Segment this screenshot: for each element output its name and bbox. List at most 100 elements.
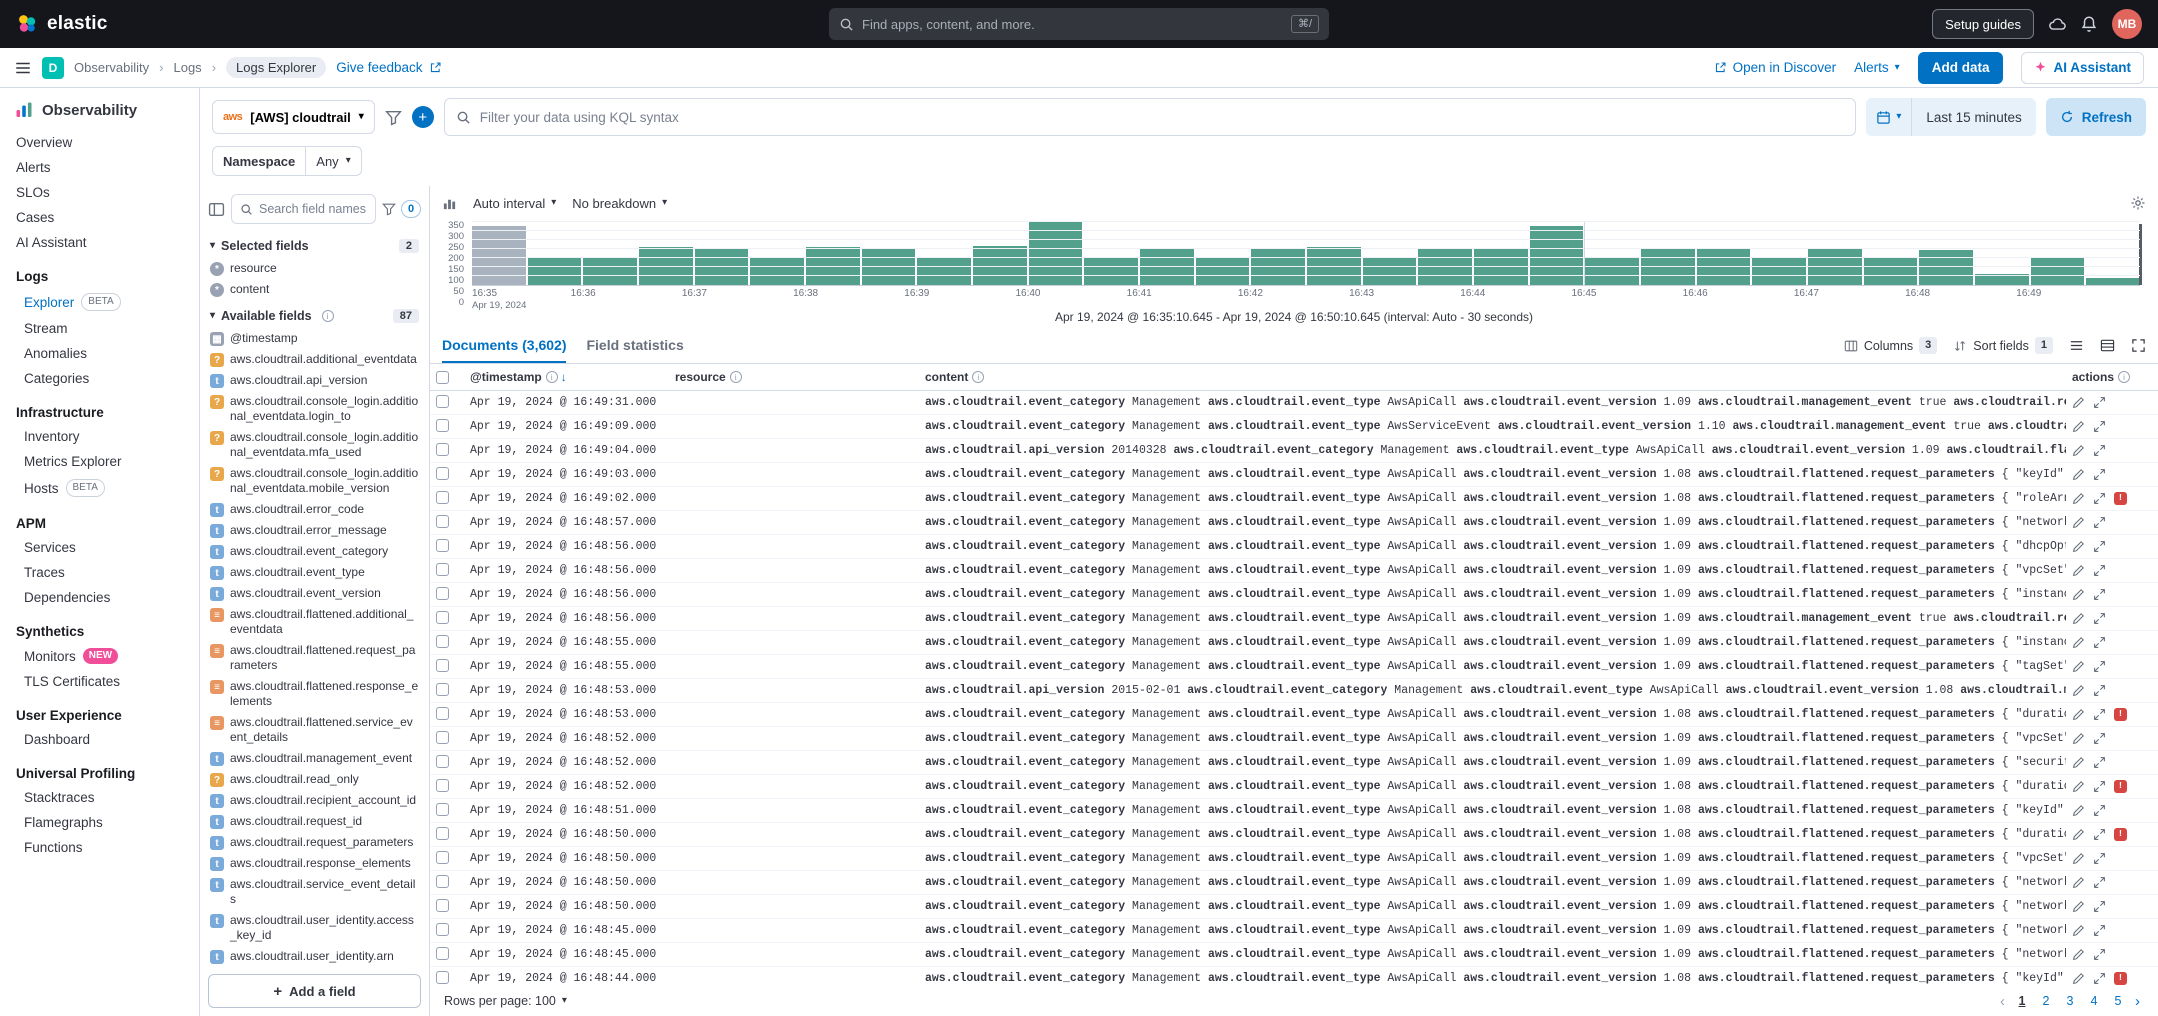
row-checkbox[interactable]: [436, 755, 449, 768]
expand-document-icon[interactable]: [2093, 468, 2106, 481]
expand-document-icon[interactable]: [2093, 948, 2106, 961]
sidebar-item-functions[interactable]: Functions: [0, 835, 199, 860]
row-checkbox[interactable]: [436, 539, 449, 552]
namespace-value-dropdown[interactable]: Any ▾: [305, 147, 360, 175]
expand-document-icon[interactable]: [2093, 756, 2106, 769]
field-item[interactable]: *content: [208, 279, 421, 300]
table-row[interactable]: Apr 19, 2024 @ 16:49:04.000aws.cloudtrai…: [430, 438, 2158, 462]
expand-document-icon[interactable]: [2093, 852, 2106, 865]
add-filter-button[interactable]: +: [412, 106, 434, 128]
global-search-input[interactable]: [862, 17, 1283, 32]
page-button-5[interactable]: 5: [2107, 990, 2129, 1012]
row-checkbox[interactable]: [436, 827, 449, 840]
expand-document-icon[interactable]: [2093, 972, 2106, 985]
table-row[interactable]: Apr 19, 2024 @ 16:48:56.000aws.cloudtrai…: [430, 582, 2158, 606]
table-row[interactable]: Apr 19, 2024 @ 16:48:56.000aws.cloudtrai…: [430, 534, 2158, 558]
field-item[interactable]: taws.cloudtrail.service_event_details: [208, 874, 421, 910]
namespace-filter[interactable]: Namespace Any ▾: [212, 146, 362, 176]
row-checkbox[interactable]: [436, 803, 449, 816]
expand-document-icon[interactable]: [2093, 660, 2106, 673]
row-checkbox[interactable]: [436, 611, 449, 624]
breadcrumb-observability[interactable]: Observability: [74, 60, 149, 75]
chart-options-icon[interactable]: [2130, 195, 2146, 211]
expand-document-icon[interactable]: [2093, 564, 2106, 577]
notifications-icon[interactable]: [2080, 15, 2098, 33]
sidebar-item-dashboard[interactable]: Dashboard: [0, 727, 199, 752]
expand-document-icon[interactable]: [2093, 540, 2106, 553]
edit-icon[interactable]: [2072, 516, 2085, 529]
edit-icon[interactable]: [2072, 708, 2085, 721]
expand-document-icon[interactable]: [2093, 876, 2106, 889]
field-type-filter[interactable]: 0: [382, 200, 421, 218]
row-checkbox[interactable]: [436, 779, 449, 792]
sidebar-item-tls-certificates[interactable]: TLS Certificates: [0, 669, 199, 694]
sidebar-item-monitors[interactable]: MonitorsNEW: [0, 643, 199, 669]
field-item[interactable]: ?aws.cloudtrail.read_only: [208, 769, 421, 790]
field-search[interactable]: [231, 194, 376, 224]
setup-guides-button[interactable]: Setup guides: [1932, 9, 2034, 39]
avatar[interactable]: MB: [2112, 9, 2142, 39]
table-row[interactable]: Apr 19, 2024 @ 16:48:45.000aws.cloudtrai…: [430, 918, 2158, 942]
expand-document-icon[interactable]: [2093, 588, 2106, 601]
elastic-logo-icon[interactable]: [16, 13, 38, 35]
row-checkbox[interactable]: [436, 419, 449, 432]
cloud-icon[interactable]: [2048, 15, 2066, 33]
columns-button[interactable]: Columns 3: [1844, 337, 1937, 354]
field-item[interactable]: ?aws.cloudtrail.console_login.additional…: [208, 463, 421, 499]
table-row[interactable]: Apr 19, 2024 @ 16:48:51.000aws.cloudtrai…: [430, 798, 2158, 822]
sidebar-item-anomalies[interactable]: Anomalies: [0, 341, 199, 366]
sidebar-item-dependencies[interactable]: Dependencies: [0, 585, 199, 610]
alerts-dropdown[interactable]: Alerts▾: [1854, 60, 1900, 75]
edit-icon[interactable]: [2072, 828, 2085, 841]
sidebar-item-ai-assistant[interactable]: AI Assistant: [0, 230, 199, 255]
sidebar-item-metrics-explorer[interactable]: Metrics Explorer: [0, 449, 199, 474]
table-row[interactable]: Apr 19, 2024 @ 16:48:53.000aws.cloudtrai…: [430, 678, 2158, 702]
expand-document-icon[interactable]: [2093, 804, 2106, 817]
table-row[interactable]: Apr 19, 2024 @ 16:49:09.000aws.cloudtrai…: [430, 414, 2158, 438]
field-item[interactable]: taws.cloudtrail.error_message: [208, 520, 421, 541]
expand-document-icon[interactable]: [2093, 828, 2106, 841]
row-checkbox[interactable]: [436, 707, 449, 720]
deployment-badge[interactable]: D: [42, 57, 64, 79]
table-row[interactable]: Apr 19, 2024 @ 16:49:31.000aws.cloudtrai…: [430, 390, 2158, 414]
display-options-icon[interactable]: [2100, 338, 2115, 353]
table-row[interactable]: Apr 19, 2024 @ 16:48:55.000aws.cloudtrai…: [430, 630, 2158, 654]
field-item[interactable]: taws.cloudtrail.event_type: [208, 562, 421, 583]
table-row[interactable]: Apr 19, 2024 @ 16:49:02.000aws.cloudtrai…: [430, 486, 2158, 510]
ai-assistant-button[interactable]: AI Assistant: [2021, 52, 2144, 84]
timestamp-column-header[interactable]: @timestampi↓: [464, 364, 669, 390]
sidebar-item-explorer[interactable]: ExplorerBETA: [0, 288, 199, 316]
edit-icon[interactable]: [2072, 876, 2085, 889]
edit-icon[interactable]: [2072, 636, 2085, 649]
table-row[interactable]: Apr 19, 2024 @ 16:48:52.000aws.cloudtrai…: [430, 774, 2158, 798]
resource-column-header[interactable]: resourcei: [669, 364, 919, 390]
field-item[interactable]: ▦@timestamp: [208, 328, 421, 349]
sidebar-item-alerts[interactable]: Alerts: [0, 155, 199, 180]
sidebar-item-stacktraces[interactable]: Stacktraces: [0, 785, 199, 810]
field-item[interactable]: taws.cloudtrail.user_identity.arn: [208, 946, 421, 966]
expand-document-icon[interactable]: [2093, 492, 2106, 505]
edit-icon[interactable]: [2072, 420, 2085, 433]
edit-icon[interactable]: [2072, 468, 2085, 481]
row-checkbox[interactable]: [436, 395, 449, 408]
sidebar-item-traces[interactable]: Traces: [0, 560, 199, 585]
field-item[interactable]: taws.cloudtrail.recipient_account_id: [208, 790, 421, 811]
edit-icon[interactable]: [2072, 396, 2085, 409]
field-item[interactable]: taws.cloudtrail.api_version: [208, 370, 421, 391]
global-search[interactable]: ⌘/: [829, 8, 1329, 40]
expand-document-icon[interactable]: [2093, 708, 2106, 721]
field-item[interactable]: *resource: [208, 258, 421, 279]
field-item[interactable]: ≡aws.cloudtrail.flattened.response_eleme…: [208, 676, 421, 712]
edit-icon[interactable]: [2072, 924, 2085, 937]
page-button-3[interactable]: 3: [2059, 990, 2081, 1012]
edit-icon[interactable]: [2072, 684, 2085, 697]
fullscreen-icon[interactable]: [2131, 338, 2146, 353]
expand-document-icon[interactable]: [2093, 900, 2106, 913]
dataset-selector[interactable]: aws [AWS] cloudtrail ▾: [212, 100, 375, 134]
row-checkbox[interactable]: [436, 563, 449, 576]
table-row[interactable]: Apr 19, 2024 @ 16:48:50.000aws.cloudtrai…: [430, 870, 2158, 894]
field-item[interactable]: taws.cloudtrail.event_version: [208, 583, 421, 604]
row-checkbox[interactable]: [436, 515, 449, 528]
expand-document-icon[interactable]: [2093, 732, 2106, 745]
selected-fields-header[interactable]: ▾ Selected fields 2: [208, 230, 421, 258]
